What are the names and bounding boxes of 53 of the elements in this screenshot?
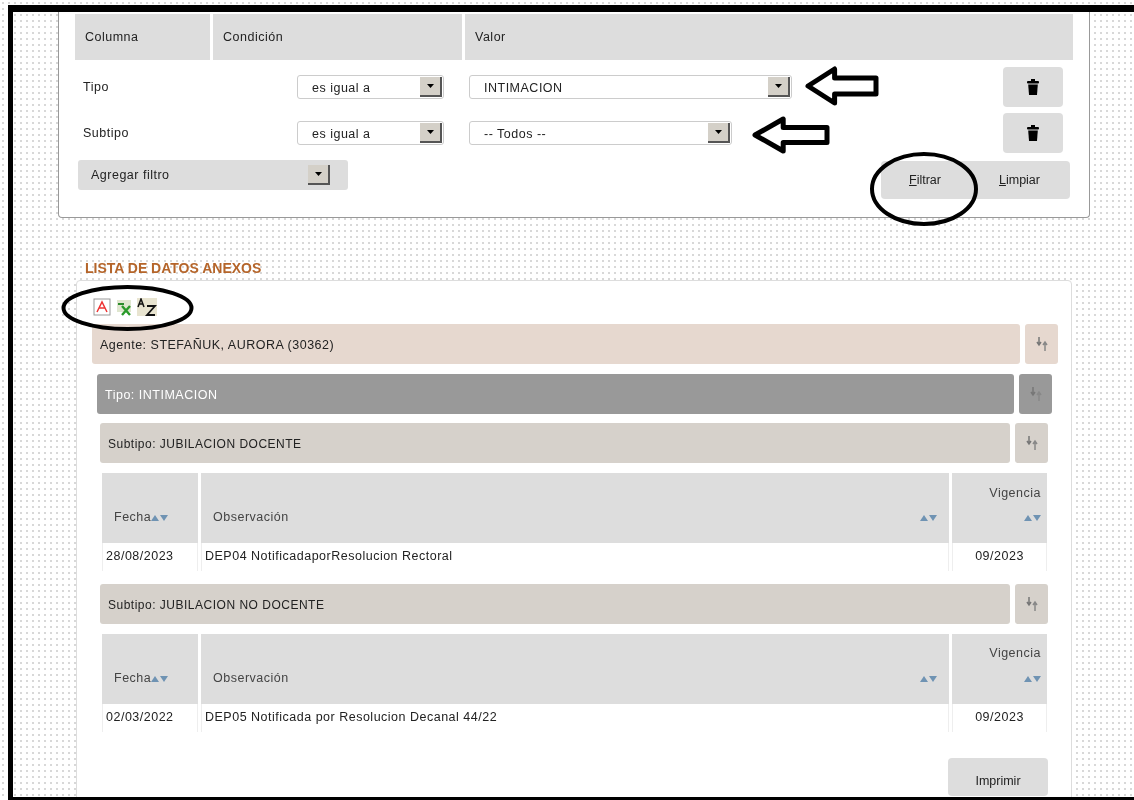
table-cell: DEP04 NotificadaporResolucion Rectoral [201,543,949,571]
column-header[interactable]: Observación [213,508,289,527]
group-header[interactable]: Subtipo: JUBILACION NO DOCENTE [100,583,1010,624]
toggle-button[interactable] [1025,324,1058,364]
caret-icon[interactable] [426,130,434,134]
table-cell: 28/08/2023 [102,543,198,571]
sort-icon[interactable] [1024,675,1041,683]
caret-icon[interactable] [426,84,434,88]
delete-button[interactable] [1003,113,1063,153]
print-button[interactable]: Imprimir [948,757,1048,796]
column-header[interactable]: Observación [213,669,289,688]
sort-icon[interactable] [151,514,169,522]
column-header: Columna [75,14,210,60]
section-title: LISTA DE DATOS ANEXOS [85,259,263,276]
group-header[interactable]: Agente: STEFAÑUK, AURORA (30362) [92,324,1020,364]
condition-select[interactable]: es igual a [297,75,444,99]
trash-icon[interactable] [1027,79,1039,95]
condition-select[interactable]: es igual a [297,121,444,145]
sort-toggle-icon[interactable] [1025,596,1038,611]
table-cell: DEP05 Notificada por Resolucion Decanal 44/22 [201,703,949,732]
sort-icon[interactable] [1024,514,1041,522]
filter-label: Tipo [82,78,110,96]
caret-icon[interactable] [774,84,782,88]
caret-icon[interactable] [714,130,722,134]
toggle-button[interactable] [1019,374,1052,414]
table-cell: 09/2023 [952,703,1047,732]
action-button[interactable]: Filtrar [881,161,969,199]
table-cell: 09/2023 [952,543,1047,571]
column-header[interactable]: Fecha [114,510,152,525]
table-cell: 02/03/2022 [102,703,198,732]
delete-button[interactable] [1003,67,1063,107]
column-header: Valor [465,14,1073,60]
sort-icon[interactable] [151,675,169,682]
add-filter-select[interactable]: Agregar filtro [78,160,348,190]
sort-icon[interactable] [920,514,937,522]
value-select[interactable]: -- Todos -- [469,121,732,145]
trash-icon[interactable] [1027,125,1039,141]
column-header: Condición [213,14,462,60]
column-header[interactable]: Fecha [114,671,152,685]
sort-az-icon[interactable] [137,298,157,316]
caret-icon[interactable] [314,172,322,176]
toggle-button[interactable] [1015,583,1048,624]
sort-toggle-icon[interactable] [1029,387,1042,401]
pdf-icon[interactable] [93,298,111,316]
filter-label: Subtipo [82,124,130,142]
toggle-button[interactable] [1015,423,1048,463]
value-select[interactable]: INTIMACION [469,75,792,99]
sort-toggle-icon[interactable] [1035,337,1048,351]
group-header[interactable]: Subtipo: JUBILACION DOCENTE [100,423,1010,463]
action-button[interactable]: Limpiar [969,161,1070,199]
sort-toggle-icon[interactable] [1025,436,1038,450]
sort-icon[interactable] [920,674,937,682]
excel-icon[interactable] [115,298,133,316]
